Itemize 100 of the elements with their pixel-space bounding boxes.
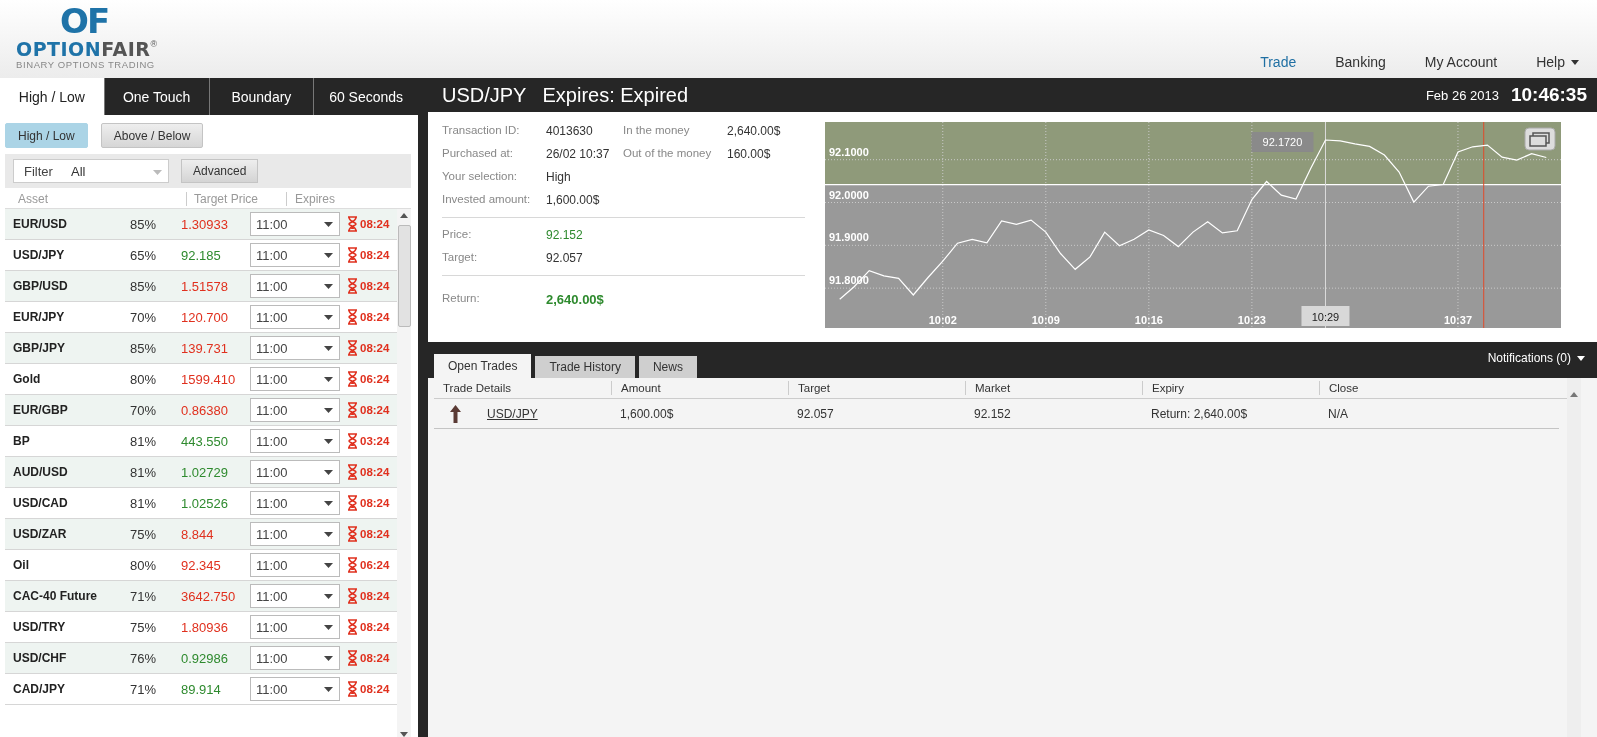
asset-link[interactable]: USD/JPY	[487, 406, 538, 421]
asset-name: EUR/JPY	[13, 310, 66, 324]
hourglass-icon	[347, 526, 358, 542]
countdown: 03:24	[359, 435, 391, 447]
caret-icon	[324, 438, 333, 444]
hourglass-icon	[347, 650, 358, 666]
asset-row[interactable]: BP 81% 443.550 11:00 03:24	[5, 426, 397, 457]
expiry-select[interactable]: 11:00	[250, 460, 340, 484]
target-price: 1599.410	[181, 371, 237, 387]
trades-tab[interactable]: News	[638, 356, 697, 378]
expiry-select[interactable]: 11:00	[250, 305, 340, 329]
expiry-select[interactable]: 11:00	[250, 522, 340, 546]
target-price: 89.914	[181, 681, 222, 697]
mode-button[interactable]: Above / Below	[100, 123, 204, 148]
trades-tab[interactable]: Open Trades	[434, 354, 532, 378]
axis-label: 10:37	[1443, 314, 1473, 326]
field-label: Transaction ID:	[442, 124, 521, 138]
expiry-select[interactable]: 11:00	[250, 553, 340, 577]
asset-row[interactable]: GBP/JPY 85% 139.731 11:00 08:24	[5, 333, 397, 364]
logo-name: OPTION	[16, 39, 102, 59]
payout: 71%	[130, 588, 158, 604]
caret-icon	[324, 407, 333, 413]
expiry-select[interactable]: 11:00	[250, 646, 340, 670]
expiry-select[interactable]: 11:00	[250, 615, 340, 639]
field-value: 4013630	[546, 124, 594, 138]
hourglass-icon	[347, 371, 358, 387]
expiry-select[interactable]: 11:00	[250, 336, 340, 360]
hourglass-icon	[347, 433, 358, 449]
asset-row[interactable]: USD/ZAR 75% 8.844 11:00 08:24	[5, 519, 397, 550]
asset-row[interactable]: EUR/GBP 70% 0.86380 11:00 08:24	[5, 395, 397, 426]
time-tooltip: 10:29	[1301, 306, 1350, 326]
caret-icon	[324, 345, 333, 351]
countdown: 08:24	[359, 218, 391, 230]
axis-label: 10:23	[1237, 314, 1266, 326]
price-tooltip: 92.1720	[1251, 132, 1314, 152]
expiry-select[interactable]: 11:00	[250, 398, 340, 422]
field-value: 92.152	[546, 228, 584, 242]
nav-link[interactable]: Banking	[1335, 54, 1386, 70]
scrollbar[interactable]	[1567, 378, 1581, 737]
notifications-button[interactable]: Notifications (0)	[1487, 351, 1597, 365]
countdown: 06:24	[359, 559, 391, 571]
table-cell-text: 1,600.00$	[619, 406, 675, 421]
column-header: Asset	[18, 192, 49, 206]
up-arrow-icon	[450, 404, 461, 423]
scroll-thumb[interactable]	[397, 225, 411, 327]
table-cell-text: N/A	[1327, 406, 1349, 421]
column-header: Amount	[611, 381, 788, 395]
asset-row[interactable]: Oil 80% 92.345 11:00 06:24	[5, 550, 397, 581]
expiry-select[interactable]: 11:00	[250, 212, 340, 236]
caret-icon	[324, 376, 333, 382]
asset-row[interactable]: USD/CHF 76% 0.92986 11:00 08:24	[5, 643, 397, 674]
column-header: Target Price	[186, 192, 286, 206]
caret-icon	[324, 283, 333, 289]
asset-row[interactable]: GBP/USD 85% 1.51578 11:00 08:24	[5, 271, 397, 302]
column-header: Expiry	[1142, 381, 1319, 395]
scrollbar[interactable]	[397, 209, 411, 737]
nav-link[interactable]: My Account	[1424, 54, 1498, 70]
expiry-select[interactable]: 11:00	[250, 367, 340, 391]
expiry-select[interactable]: 11:00	[250, 584, 340, 608]
asset-name: USD/CAD	[13, 496, 69, 510]
expiry-select[interactable]: 11:00	[250, 274, 340, 298]
asset-row[interactable]: USD/JPY 65% 92.185 11:00 08:24	[5, 240, 397, 271]
hourglass-icon	[347, 216, 358, 232]
asset-name: USD/TRY	[13, 620, 67, 634]
asset-row[interactable]: AUD/USD 81% 1.02729 11:00 08:24	[5, 457, 397, 488]
expiry-select[interactable]: 11:00	[250, 243, 340, 267]
expiry-select[interactable]: 11:00	[250, 677, 340, 701]
payout: 75%	[130, 619, 158, 635]
target-price: 120.700	[181, 309, 229, 325]
asset-row[interactable]: Gold 80% 1599.410 11:00 06:24	[5, 364, 397, 395]
asset-row[interactable]: USD/TRY 75% 1.80936 11:00 08:24	[5, 612, 397, 643]
trades-tab[interactable]: Trade History	[535, 356, 635, 378]
scroll-down-icon[interactable]	[400, 732, 408, 737]
registered-mark: ®	[150, 39, 157, 49]
expiry-select[interactable]: 11:00	[250, 491, 340, 515]
asset-row[interactable]: CAD/JPY 71% 89.914 11:00 08:24	[5, 674, 397, 705]
column-header: Market	[965, 381, 1142, 395]
field-value: High	[546, 170, 572, 184]
filter-select[interactable]: Filter All	[13, 159, 169, 183]
asset-name: BP	[13, 434, 31, 448]
target-price: 1.51578	[181, 278, 229, 294]
option-type-tab[interactable]: High / Low	[0, 78, 104, 115]
nav-link[interactable]: Trade	[1260, 54, 1297, 70]
expiry-select[interactable]: 11:00	[250, 429, 340, 453]
scroll-up-icon[interactable]	[1570, 392, 1578, 397]
asset-row[interactable]: EUR/JPY 70% 120.700 11:00 08:24	[5, 302, 397, 333]
scroll-up-icon[interactable]	[400, 213, 408, 218]
asset-row[interactable]: CAC-40 Future 71% 3642.750 11:00 08:24	[5, 581, 397, 612]
date: Feb 26 2013	[1425, 87, 1499, 103]
asset-row[interactable]: EUR/USD 85% 1.30933 11:00 08:24	[5, 209, 397, 240]
payout: 70%	[130, 309, 158, 325]
axis-label: 10:16	[1134, 314, 1163, 326]
nav-link[interactable]: Help	[1536, 54, 1579, 70]
fullscreen-icon[interactable]	[1524, 127, 1556, 151]
field-value: 92.057	[546, 251, 584, 265]
caret-icon	[324, 655, 333, 661]
countdown: 08:24	[359, 497, 391, 509]
advanced-button[interactable]: Advanced	[181, 159, 259, 183]
asset-row[interactable]: USD/CAD 81% 1.02526 11:00 08:24	[5, 488, 397, 519]
mode-button[interactable]: High / Low	[5, 123, 88, 148]
